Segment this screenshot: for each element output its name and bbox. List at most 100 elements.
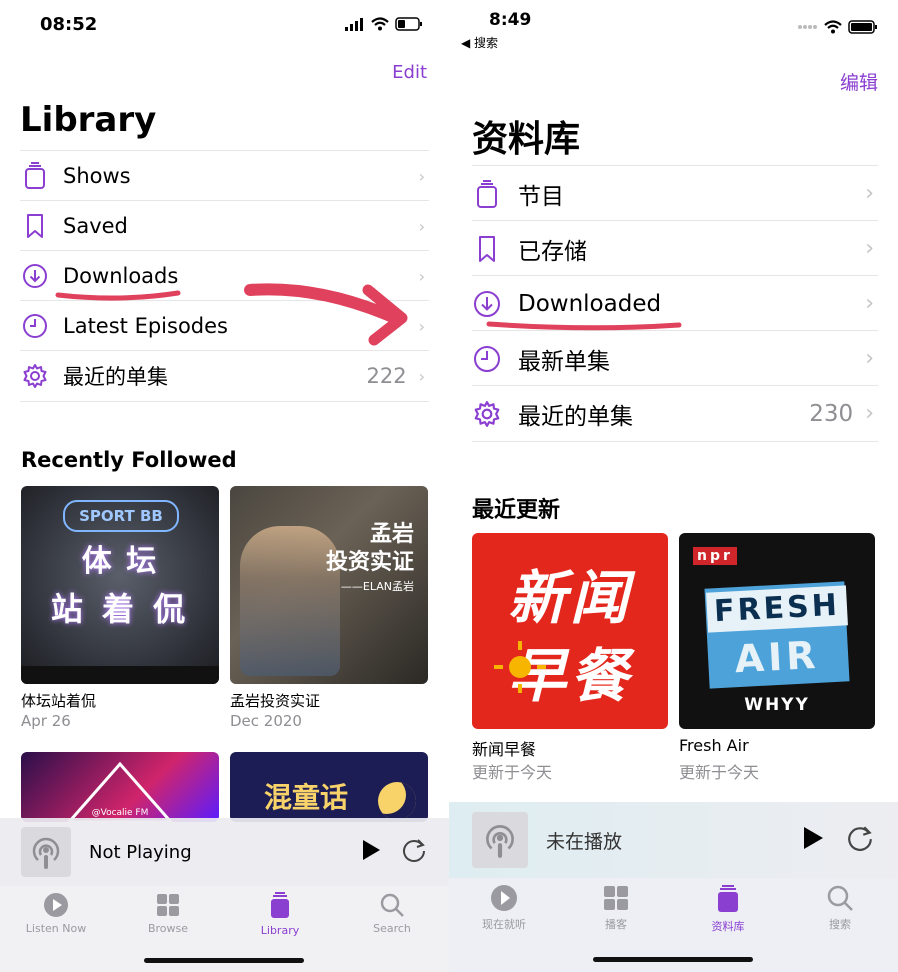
edit-button[interactable]: 编辑 xyxy=(840,68,878,95)
status-time: 8:49 xyxy=(489,10,532,30)
artwork-text: AIR xyxy=(733,632,821,682)
download-icon xyxy=(20,263,50,289)
row-recent-episodes[interactable]: 最近的单集 222 › xyxy=(20,350,429,402)
show-name: 体坛站着侃 xyxy=(21,692,97,710)
skip-forward-icon[interactable] xyxy=(846,824,874,856)
show-date: Apr 26 xyxy=(21,712,71,730)
tab-label: Browse xyxy=(147,922,189,935)
row-label: 已存储 xyxy=(518,238,587,265)
show-card[interactable]: SPORT BB 体 坛 站 着 侃 体坛站着侃 Apr 26 xyxy=(21,486,219,736)
right-screenshot: 8:49 ◀ 搜索 编辑 资料库 节目 › 已存储 › Downloaded › xyxy=(449,0,898,972)
library-list: 节目 › 已存储 › Downloaded › 最新单集 › 最近的单集 230… xyxy=(472,165,878,445)
show-artwork: 孟岩 投资实证 ——ELAN孟岩 xyxy=(230,486,428,684)
artwork-text: 体 坛 xyxy=(81,544,159,579)
show-artwork: 新闻 早餐 xyxy=(472,533,668,729)
mini-player[interactable]: Not Playing xyxy=(0,818,449,886)
artwork-text: 新闻 xyxy=(507,564,632,632)
chevron-right-icon: › xyxy=(865,181,874,206)
tab-listen-now[interactable]: Listen Now xyxy=(14,892,98,935)
cellular-icon xyxy=(798,25,817,29)
artwork-text: FRESH xyxy=(706,585,848,633)
search-icon xyxy=(827,885,853,911)
home-indicator xyxy=(593,957,753,962)
tab-browse[interactable]: 播客 xyxy=(573,884,659,932)
library-icon xyxy=(271,892,289,918)
section-title: 最近更新 xyxy=(472,498,561,523)
left-screenshot: 08:52 Edit Library Shows › Saved › Downl… xyxy=(0,0,449,972)
tab-bar: Listen Now Browse Library Search xyxy=(0,886,449,972)
moon-icon xyxy=(378,782,416,820)
show-name: 孟岩投资实证 xyxy=(230,692,321,710)
artwork-text: @Vocalie FM xyxy=(91,808,149,818)
chevron-right-icon: › xyxy=(865,236,874,261)
row-saved[interactable]: Saved › xyxy=(20,200,429,251)
gear-icon xyxy=(472,400,502,428)
row-latest-episodes[interactable]: 最新单集 › xyxy=(472,330,878,386)
status-icons xyxy=(798,20,878,34)
show-artwork[interactable]: 混童话 xyxy=(230,752,428,822)
skip-forward-icon[interactable] xyxy=(401,837,427,867)
artwork-text: 投资实证 xyxy=(325,550,414,575)
play-icon[interactable] xyxy=(361,839,381,865)
show-card[interactable]: 孟岩 投资实证 ——ELAN孟岩 孟岩投资实证 Dec 2020 xyxy=(230,486,428,736)
play-icon[interactable] xyxy=(802,826,824,854)
row-saved[interactable]: 已存储 › xyxy=(472,220,878,276)
row-downloads[interactable]: Downloads › xyxy=(20,250,429,301)
tab-label: 现在就听 xyxy=(482,918,526,931)
chevron-right-icon: › xyxy=(418,166,425,186)
grid-icon xyxy=(157,894,179,916)
clock-icon xyxy=(472,345,502,373)
chevron-right-icon: › xyxy=(418,366,425,386)
wifi-icon xyxy=(371,17,389,31)
page-title: Library xyxy=(20,100,157,140)
row-count: 222 xyxy=(366,364,407,388)
chevron-right-icon: › xyxy=(418,216,425,236)
back-to-search-link[interactable]: ◀ 搜索 xyxy=(461,34,498,51)
row-label: Shows xyxy=(63,164,131,188)
row-downloaded[interactable]: Downloaded › xyxy=(472,275,878,331)
show-card[interactable]: npr FRESH AIR WHYY Fresh Air 更新于今天 xyxy=(679,533,875,783)
page-title: 资料库 xyxy=(472,119,581,160)
status-icons xyxy=(345,17,423,31)
row-shows[interactable]: 节目 › xyxy=(472,165,878,221)
status-bar: 8:49 ◀ 搜索 xyxy=(449,0,898,50)
show-name: 新闻早餐 xyxy=(472,740,537,759)
tab-browse[interactable]: Browse xyxy=(126,892,210,935)
chevron-right-icon: › xyxy=(865,291,874,316)
wifi-icon xyxy=(824,20,842,34)
npr-logo: npr xyxy=(693,547,737,565)
shows-icon xyxy=(20,162,50,190)
show-artwork[interactable]: @Vocalie FM xyxy=(21,752,219,822)
tab-search[interactable]: Search xyxy=(350,892,434,935)
row-recent-episodes[interactable]: 最近的单集 230 › xyxy=(472,385,878,442)
play-circle-icon xyxy=(491,885,517,911)
battery-icon xyxy=(395,17,422,31)
show-name: Fresh Air xyxy=(679,736,749,755)
artwork-badge: SPORT BB xyxy=(63,500,179,532)
artwork-text: WHYY xyxy=(744,695,810,715)
download-icon xyxy=(472,290,502,318)
show-artwork: npr FRESH AIR WHYY xyxy=(679,533,875,729)
cellular-icon xyxy=(345,17,363,31)
library-list: Shows › Saved › Downloads › Latest Episo… xyxy=(20,150,429,405)
row-label: Downloaded xyxy=(518,290,662,317)
tab-library[interactable]: 资料库 xyxy=(685,884,771,934)
tab-listen-now[interactable]: 现在就听 xyxy=(461,884,547,932)
tab-library[interactable]: Library xyxy=(238,892,322,937)
row-label: Saved xyxy=(63,214,128,238)
tab-search[interactable]: 搜索 xyxy=(797,884,883,932)
tab-label: 播客 xyxy=(605,918,627,931)
clock-icon xyxy=(20,313,50,339)
row-label: 最近的单集 xyxy=(518,403,633,430)
show-updated: 更新于今天 xyxy=(679,763,760,782)
home-indicator xyxy=(144,958,304,963)
tab-bar: 现在就听 播客 资料库 搜索 xyxy=(449,878,898,972)
mini-player[interactable]: 未在播放 xyxy=(449,802,898,878)
edit-button[interactable]: Edit xyxy=(392,62,427,83)
row-latest-episodes[interactable]: Latest Episodes › xyxy=(20,300,429,351)
row-shows[interactable]: Shows › xyxy=(20,150,429,201)
play-circle-icon xyxy=(44,893,68,917)
show-card[interactable]: 新闻 早餐 新闻早餐 更新于今天 xyxy=(472,533,668,783)
chevron-right-icon: › xyxy=(418,316,425,336)
artwork-text: ——ELAN孟岩 xyxy=(340,580,414,593)
